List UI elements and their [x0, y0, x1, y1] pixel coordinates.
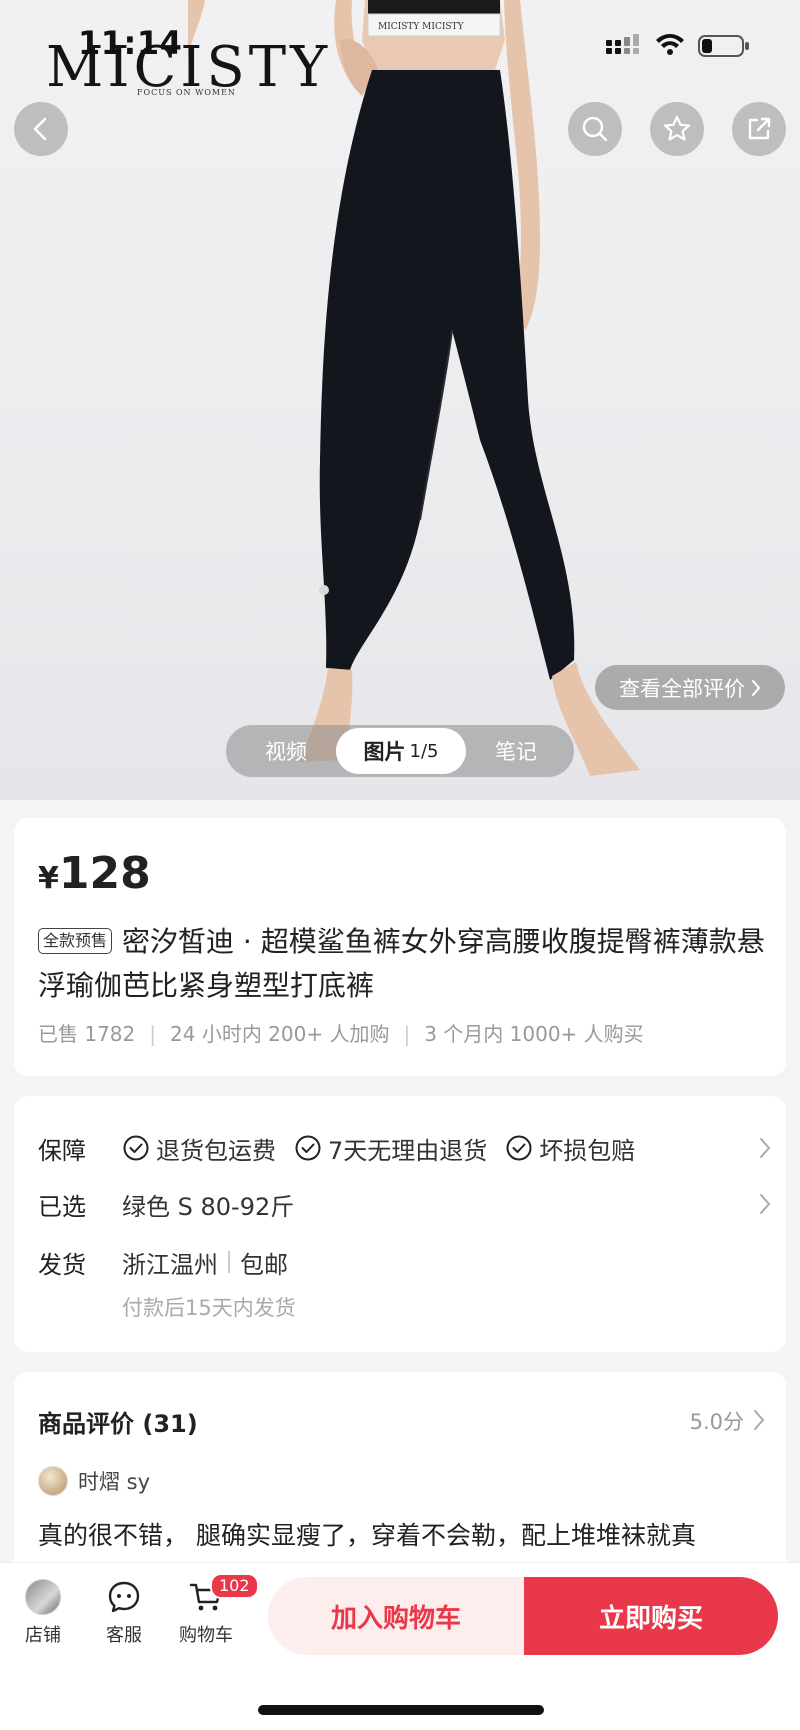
- tab-photos[interactable]: 图片 1/5: [336, 728, 466, 774]
- selected-variant-row[interactable]: 已选 绿色 S 80-92斤: [38, 1184, 778, 1224]
- divider: [228, 1251, 230, 1273]
- price-amount: 128: [58, 848, 151, 899]
- home-indicator[interactable]: [258, 1705, 544, 1715]
- guarantee-text: 退货包运费: [156, 1136, 276, 1165]
- cellular-signal-icon: [606, 34, 639, 54]
- product-summary-card: ¥128 全款预售 密汐皙迪 · 超模鲨鱼裤女外穿高腰收腹提臀裤薄款悬浮瑜伽芭比紧…: [14, 818, 786, 1076]
- battery-icon: [698, 35, 749, 57]
- guarantee-item: 7天无理由退货: [294, 1131, 487, 1166]
- guarantee-text: 7天无理由退货: [328, 1136, 488, 1165]
- check-circle-icon: [295, 1135, 321, 1161]
- chat-icon: [108, 1581, 140, 1613]
- tab-video[interactable]: 视频: [236, 725, 336, 777]
- back-icon: [33, 117, 47, 141]
- guarantee-item: 退货包运费: [122, 1131, 276, 1166]
- favorite-button[interactable]: [650, 102, 704, 156]
- search-icon: [582, 116, 608, 142]
- chevron-right-icon: [752, 679, 761, 696]
- buy-now-button[interactable]: 立即购买: [524, 1577, 778, 1655]
- tab-notes-label: 笔记: [495, 740, 537, 764]
- product-info-card: 保障 退货包运费 7天无理由退货 坏损包赔 已选 绿色 S 80-92斤 发货 …: [14, 1096, 786, 1352]
- tab-notes[interactable]: 笔记: [466, 725, 566, 777]
- customer-service-button[interactable]: 客服: [84, 1579, 164, 1647]
- shipping-note: 付款后15天内发货: [122, 1296, 296, 1320]
- product-title-block: 全款预售 密汐皙迪 · 超模鲨鱼裤女外穿高腰收腹提臀裤薄款悬浮瑜伽芭比紧身塑型打底…: [38, 920, 778, 1008]
- view-all-reviews-button[interactable]: 查看全部评价: [595, 665, 785, 710]
- divider: |: [149, 1022, 157, 1046]
- brand-tagline: FOCUS ON WOMEN: [137, 88, 236, 97]
- shop-avatar: [25, 1579, 61, 1615]
- search-button[interactable]: [568, 102, 622, 156]
- sales-stats: 已售 1782 | 24 小时内 200+ 人加购 | 3 个月内 1000+ 人购买: [38, 1018, 644, 1047]
- review-score: 5.0分: [689, 1410, 744, 1434]
- share-button[interactable]: [732, 102, 786, 156]
- service-label: 客服: [106, 1625, 142, 1646]
- guarantee-text: 坏损包赔: [539, 1136, 636, 1165]
- reviews-card[interactable]: 商品评价 (31) 5.0分 时熠 sy 真的很不错， 腿确实显瘦了，穿着不会勒…: [14, 1372, 786, 1592]
- cart-count-badge: 102: [210, 1573, 259, 1599]
- review-text: 真的很不错， 腿确实显瘦了，穿着不会勒，配上堆堆袜就真: [38, 1521, 696, 1550]
- added-to-cart-stat: 24 小时内 200+ 人加购: [170, 1022, 390, 1046]
- star-icon: [663, 115, 691, 141]
- back-button[interactable]: [14, 102, 68, 156]
- reviewer: 时熠 sy: [38, 1466, 150, 1496]
- cart-label: 购物车: [179, 1625, 233, 1646]
- divider: |: [403, 1022, 411, 1046]
- shipping-label: 发货: [38, 1250, 86, 1279]
- shipping-fee: 包邮: [240, 1250, 288, 1279]
- reviews-title: 商品评价 (31): [38, 1410, 198, 1438]
- price-currency: ¥: [38, 861, 59, 896]
- product-image-gallery[interactable]: MICISTY MICISTY MICISTY FOCUS ON WOMEN 1…: [0, 0, 800, 800]
- check-circle-icon: [506, 1135, 532, 1161]
- chevron-right-icon: [754, 1410, 765, 1430]
- photo-counter: 1/5: [409, 740, 439, 762]
- selected-variant: 绿色 S 80-92斤: [122, 1192, 295, 1221]
- view-all-reviews-label: 查看全部评价: [619, 676, 745, 701]
- chevron-right-icon: [760, 1138, 771, 1158]
- wifi-icon: [656, 34, 684, 55]
- share-icon: [748, 117, 771, 140]
- shop-label: 店铺: [25, 1625, 61, 1646]
- shop-button[interactable]: 店铺: [3, 1579, 83, 1647]
- presale-badge: 全款预售: [38, 928, 113, 954]
- guarantee-label: 保障: [38, 1136, 86, 1165]
- guarantee-item: 坏损包赔: [505, 1131, 635, 1166]
- reviewer-avatar: [38, 1466, 68, 1496]
- status-bar: MICISTY FOCUS ON WOMEN 11:14: [0, 0, 800, 97]
- chevron-right-icon: [760, 1194, 771, 1214]
- add-to-cart-button[interactable]: 加入购物车: [268, 1577, 524, 1655]
- sold-count: 已售 1782: [38, 1022, 136, 1046]
- shipping-origin: 浙江温州: [122, 1250, 218, 1279]
- purchased-stat: 3 个月内 1000+ 人购买: [424, 1022, 644, 1046]
- status-time: 11:14: [78, 24, 183, 62]
- cart-button[interactable]: 102 购物车: [166, 1573, 259, 1647]
- guarantee-row[interactable]: 保障 退货包运费 7天无理由退货 坏损包赔: [38, 1128, 778, 1168]
- tab-photos-label: 图片: [363, 740, 406, 764]
- media-tabs: 视频 图片 1/5 笔记: [226, 725, 574, 777]
- check-circle-icon: [123, 1135, 149, 1161]
- shipping-row: 发货 浙江温州 包邮: [38, 1242, 778, 1282]
- selected-label: 已选: [38, 1192, 86, 1221]
- product-title: 密汐皙迪 · 超模鲨鱼裤女外穿高腰收腹提臀裤薄款悬浮瑜伽芭比紧身塑型打底裤: [38, 925, 765, 1002]
- reviewer-name: 时熠 sy: [78, 1470, 151, 1494]
- tab-video-label: 视频: [265, 740, 307, 764]
- product-price: ¥128: [38, 848, 151, 899]
